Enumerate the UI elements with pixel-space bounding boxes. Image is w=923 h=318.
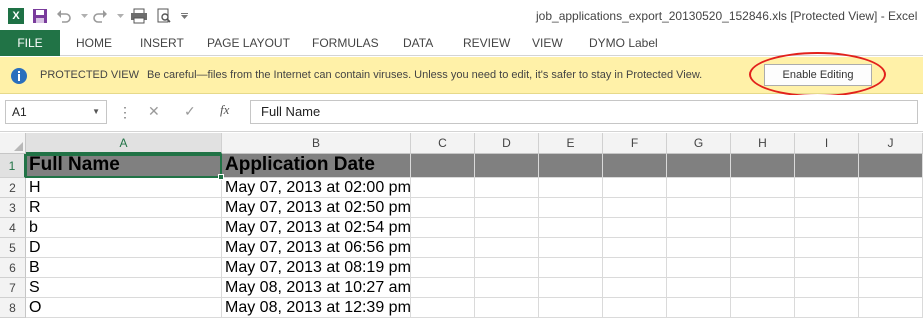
enable-editing-button[interactable]: Enable Editing (764, 64, 872, 86)
column-header-e[interactable]: E (539, 133, 603, 154)
cell-name[interactable]: R (26, 198, 222, 218)
cell-name[interactable]: O (26, 298, 222, 318)
formula-bar: A1 ▼ ⋮ ✕ ✓ fx Full Name (0, 95, 923, 132)
shield-icon (10, 67, 28, 85)
name-box-value: A1 (12, 105, 27, 119)
applicant-name: B (29, 259, 40, 276)
cell-f1[interactable] (603, 154, 667, 178)
cell-date[interactable]: May 07, 2013 at 08:19 pm (222, 258, 411, 278)
cell-name[interactable]: S (26, 278, 222, 298)
excel-logo-icon[interactable]: X (8, 6, 24, 26)
row-header-1[interactable]: 1 (0, 154, 26, 178)
tab-formulas[interactable]: FORMULAS (312, 30, 379, 56)
quick-access-toolbar: X (8, 6, 196, 26)
application-date: May 07, 2013 at 02:50 pm (225, 199, 411, 216)
application-date: May 07, 2013 at 02:00 pm (225, 179, 411, 196)
cell-date[interactable]: May 07, 2013 at 06:56 pm (222, 238, 411, 258)
column-header-i[interactable]: I (795, 133, 859, 154)
title-bar: X job_applications_export_20130520_15284… (0, 0, 923, 30)
applicant-name: O (29, 299, 42, 316)
column-header-c[interactable]: C (411, 133, 475, 154)
name-box[interactable]: A1 ▼ (5, 100, 107, 124)
chevron-down-icon[interactable]: ▼ (92, 101, 100, 123)
formula-input[interactable]: Full Name (250, 100, 918, 124)
save-icon[interactable] (32, 6, 48, 26)
insert-function-icon[interactable]: fx (220, 102, 229, 118)
cell-g1[interactable] (667, 154, 731, 178)
cell-a1[interactable]: Full Name (26, 154, 222, 178)
window-title: job_applications_export_20130520_152846.… (536, 9, 918, 23)
cell-name[interactable]: D (26, 238, 222, 258)
column-header-g[interactable]: G (667, 133, 731, 154)
tab-data[interactable]: DATA (403, 30, 433, 56)
tab-insert[interactable]: INSERT (140, 30, 184, 56)
undo-dropdown-icon[interactable] (80, 6, 88, 26)
column-header-h[interactable]: H (731, 133, 795, 154)
column-header-j[interactable]: J (859, 133, 923, 154)
undo-icon[interactable] (56, 6, 72, 26)
protected-view-message: Be careful—files from the Internet can c… (147, 69, 703, 81)
row-header-8[interactable]: 8 (0, 298, 26, 318)
row-header-2[interactable]: 2 (0, 178, 26, 198)
header-application-date: Application Date (225, 154, 375, 175)
cell-date[interactable]: May 07, 2013 at 02:50 pm (222, 198, 411, 218)
cancel-icon[interactable]: ✕ (148, 103, 160, 120)
cell-date[interactable]: May 08, 2013 at 10:27 am (222, 278, 411, 298)
cell-date[interactable]: May 07, 2013 at 02:54 pm (222, 218, 411, 238)
print-preview-icon[interactable] (156, 6, 172, 26)
column-header-f[interactable]: F (603, 133, 667, 154)
cell-d1[interactable] (475, 154, 539, 178)
ribbon-tab-bar: FILE HOME INSERT PAGE LAYOUT FORMULAS DA… (0, 30, 923, 56)
cell-j1[interactable] (859, 154, 923, 178)
cell-b1[interactable]: Application Date (222, 154, 411, 178)
application-date: May 07, 2013 at 02:54 pm (225, 219, 411, 236)
applicant-name: b (29, 219, 38, 236)
cell-name[interactable]: b (26, 218, 222, 238)
application-date: May 07, 2013 at 08:19 pm (225, 259, 411, 276)
cell-e1[interactable] (539, 154, 603, 178)
column-header-a[interactable]: A (26, 133, 222, 154)
cell-date[interactable]: May 08, 2013 at 12:39 pm (222, 298, 411, 318)
protected-view-title: PROTECTED VIEW (40, 69, 140, 81)
row-header-4[interactable]: 4 (0, 218, 26, 238)
applicant-name: H (29, 179, 41, 196)
column-header-b[interactable]: B (222, 133, 411, 154)
applicant-name: S (29, 279, 40, 296)
select-all-triangle-icon (14, 142, 23, 151)
tab-view[interactable]: VIEW (532, 30, 563, 56)
spreadsheet-grid: A B C D E F G H I J 1 2 3 4 5 6 7 8 Full… (0, 133, 923, 318)
fill-handle[interactable] (218, 174, 224, 180)
application-date: May 08, 2013 at 10:27 am (225, 279, 411, 296)
customize-dropdown-icon[interactable] (180, 6, 188, 26)
cell-date[interactable]: May 07, 2013 at 02:00 pm (222, 178, 411, 198)
row-header-3[interactable]: 3 (0, 198, 26, 218)
enter-check-icon[interactable]: ✓ (184, 103, 196, 120)
cell-i1[interactable] (795, 154, 859, 178)
print-icon[interactable] (130, 6, 148, 26)
tab-home[interactable]: HOME (76, 30, 112, 56)
empty-cells-area[interactable] (411, 178, 923, 318)
applicant-name: D (29, 239, 41, 256)
select-all-corner[interactable] (0, 133, 26, 154)
cell-c1[interactable] (411, 154, 475, 178)
more-options-icon[interactable]: ⋮ (118, 105, 132, 119)
row-header-6[interactable]: 6 (0, 258, 26, 278)
application-date: May 07, 2013 at 06:56 pm (225, 239, 411, 256)
cell-h1[interactable] (731, 154, 795, 178)
application-date: May 08, 2013 at 12:39 pm (225, 299, 411, 316)
row-header-7[interactable]: 7 (0, 278, 26, 298)
header-full-name: Full Name (29, 154, 120, 175)
cell-name[interactable]: H (26, 178, 222, 198)
tab-file[interactable]: FILE (0, 30, 60, 56)
tab-dymo-label[interactable]: DYMO Label (589, 30, 658, 56)
redo-dropdown-icon[interactable] (116, 6, 124, 26)
redo-icon[interactable] (92, 6, 108, 26)
row-header-5[interactable]: 5 (0, 238, 26, 258)
column-header-d[interactable]: D (475, 133, 539, 154)
applicant-name: R (29, 199, 41, 216)
tab-page-layout[interactable]: PAGE LAYOUT (207, 30, 290, 56)
tab-review[interactable]: REVIEW (463, 30, 510, 56)
excel-logo-letter: X (8, 8, 24, 24)
cell-name[interactable]: B (26, 258, 222, 278)
